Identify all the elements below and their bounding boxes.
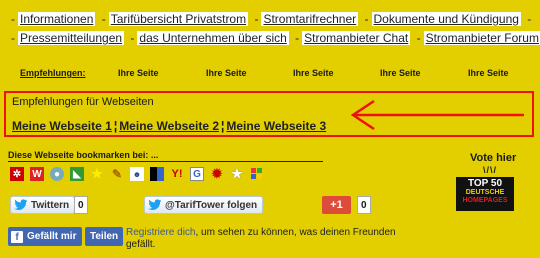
recommendation-slot[interactable]: Ihre Seite [468,68,509,78]
webseite-link-1[interactable]: Meine Webseite 1 [12,119,112,133]
star-icon[interactable]: ★ [230,166,244,181]
bookmark-label: Diese Webseite bookmarken bei: ... [8,150,323,162]
nav-link-pressemitteilungen[interactable]: Pressemitteilungen [18,31,125,45]
top50-badge[interactable]: TOP 50 DEUTSCHE HOMEPAGES [456,177,514,211]
linkarena-icon[interactable]: ◣ [70,167,84,181]
mister-wong-icon[interactable]: ✲ [10,167,24,181]
facebook-icon: f [11,230,23,243]
nav-link-unternehmen[interactable]: das Unternehmen über sich [137,31,289,45]
vote-label: Vote hier [470,152,517,164]
nav-link-stromtarifrechner[interactable]: Stromtarifrechner [261,12,359,26]
recommendation-slot[interactable]: Ihre Seite [118,68,159,78]
oneview-icon[interactable]: ● [50,167,64,181]
badge-line-3: HOMEPAGES [462,197,508,204]
gplus-count: 0 [357,196,371,214]
facebook-share-button[interactable]: Teilen [85,227,124,246]
twitter-follow-label: @TarifTower folgen [165,199,258,211]
twitter-bird-icon [148,199,162,211]
facebook-like-label: Gefällt mir [27,231,77,242]
recommendation-slot[interactable]: Ihre Seite [206,68,247,78]
nav-link-forum[interactable]: Stromanbieter Forum [423,31,540,45]
webseite-link-3[interactable]: Meine Webseite 3 [226,119,326,133]
folkd-icon[interactable]: ☻ [130,167,144,181]
recommendation-slot[interactable]: Ihre Seite [293,68,334,78]
vote-chevrons: \/\/ [483,165,498,175]
twitter-bird-icon [14,199,28,211]
nav-link-chat[interactable]: Stromanbieter Chat [302,31,411,45]
technorati-icon[interactable]: ✹ [210,166,224,181]
recommendation-links: Meine Webseite 1 ¦ Meine Webseite 2 ¦ Meine … [12,119,327,133]
yigg-icon[interactable]: ✎ [110,167,124,181]
nav-row-1: - Informationen - Tarifübersicht Privatstr… [11,12,532,26]
nav-row-2: - Pressemitteilungen - das Unternehmen übe… [11,31,540,45]
twitter-share-button[interactable]: Twittern [10,196,76,214]
facebook-like-button[interactable]: f Gefällt mir [8,227,83,246]
yahoo-icon[interactable]: Y! [170,167,184,181]
facebook-register-link[interactable]: Registriere dich [126,227,195,238]
badge-line-1: TOP 50 [467,178,503,189]
twitter-count: 0 [74,196,88,214]
nav-link-dokumente[interactable]: Dokumente und Kündigung [371,12,521,26]
webseite-link-2[interactable]: Meine Webseite 2 [119,119,219,133]
gplus-button[interactable]: +1 [322,196,351,214]
webnews-icon[interactable]: W [30,167,44,181]
nav-link-informationen[interactable]: Informationen [18,12,96,26]
facebook-info-text: Registriere dich, um sehen zu können, wa… [126,227,426,251]
twitter-follow-button[interactable]: @TarifTower folgen [144,196,264,214]
delicious-icon[interactable] [150,167,164,181]
recommendations-label: Empfehlungen: [20,68,86,78]
google-icon[interactable]: G [190,167,204,181]
badge-line-2: DEUTSCHE [465,189,505,196]
nav-link-tarifuebersicht[interactable]: Tarifübersicht Privatstrom [108,12,249,26]
favorites-icon[interactable]: ★ [90,166,104,181]
recommendation-box-title: Empfehlungen für Webseiten [12,96,154,108]
windows-live-icon[interactable] [250,167,264,181]
arrow-left-icon [350,99,524,131]
twitter-share-label: Twittern [31,199,70,211]
recommendation-slot[interactable]: Ihre Seite [380,68,421,78]
